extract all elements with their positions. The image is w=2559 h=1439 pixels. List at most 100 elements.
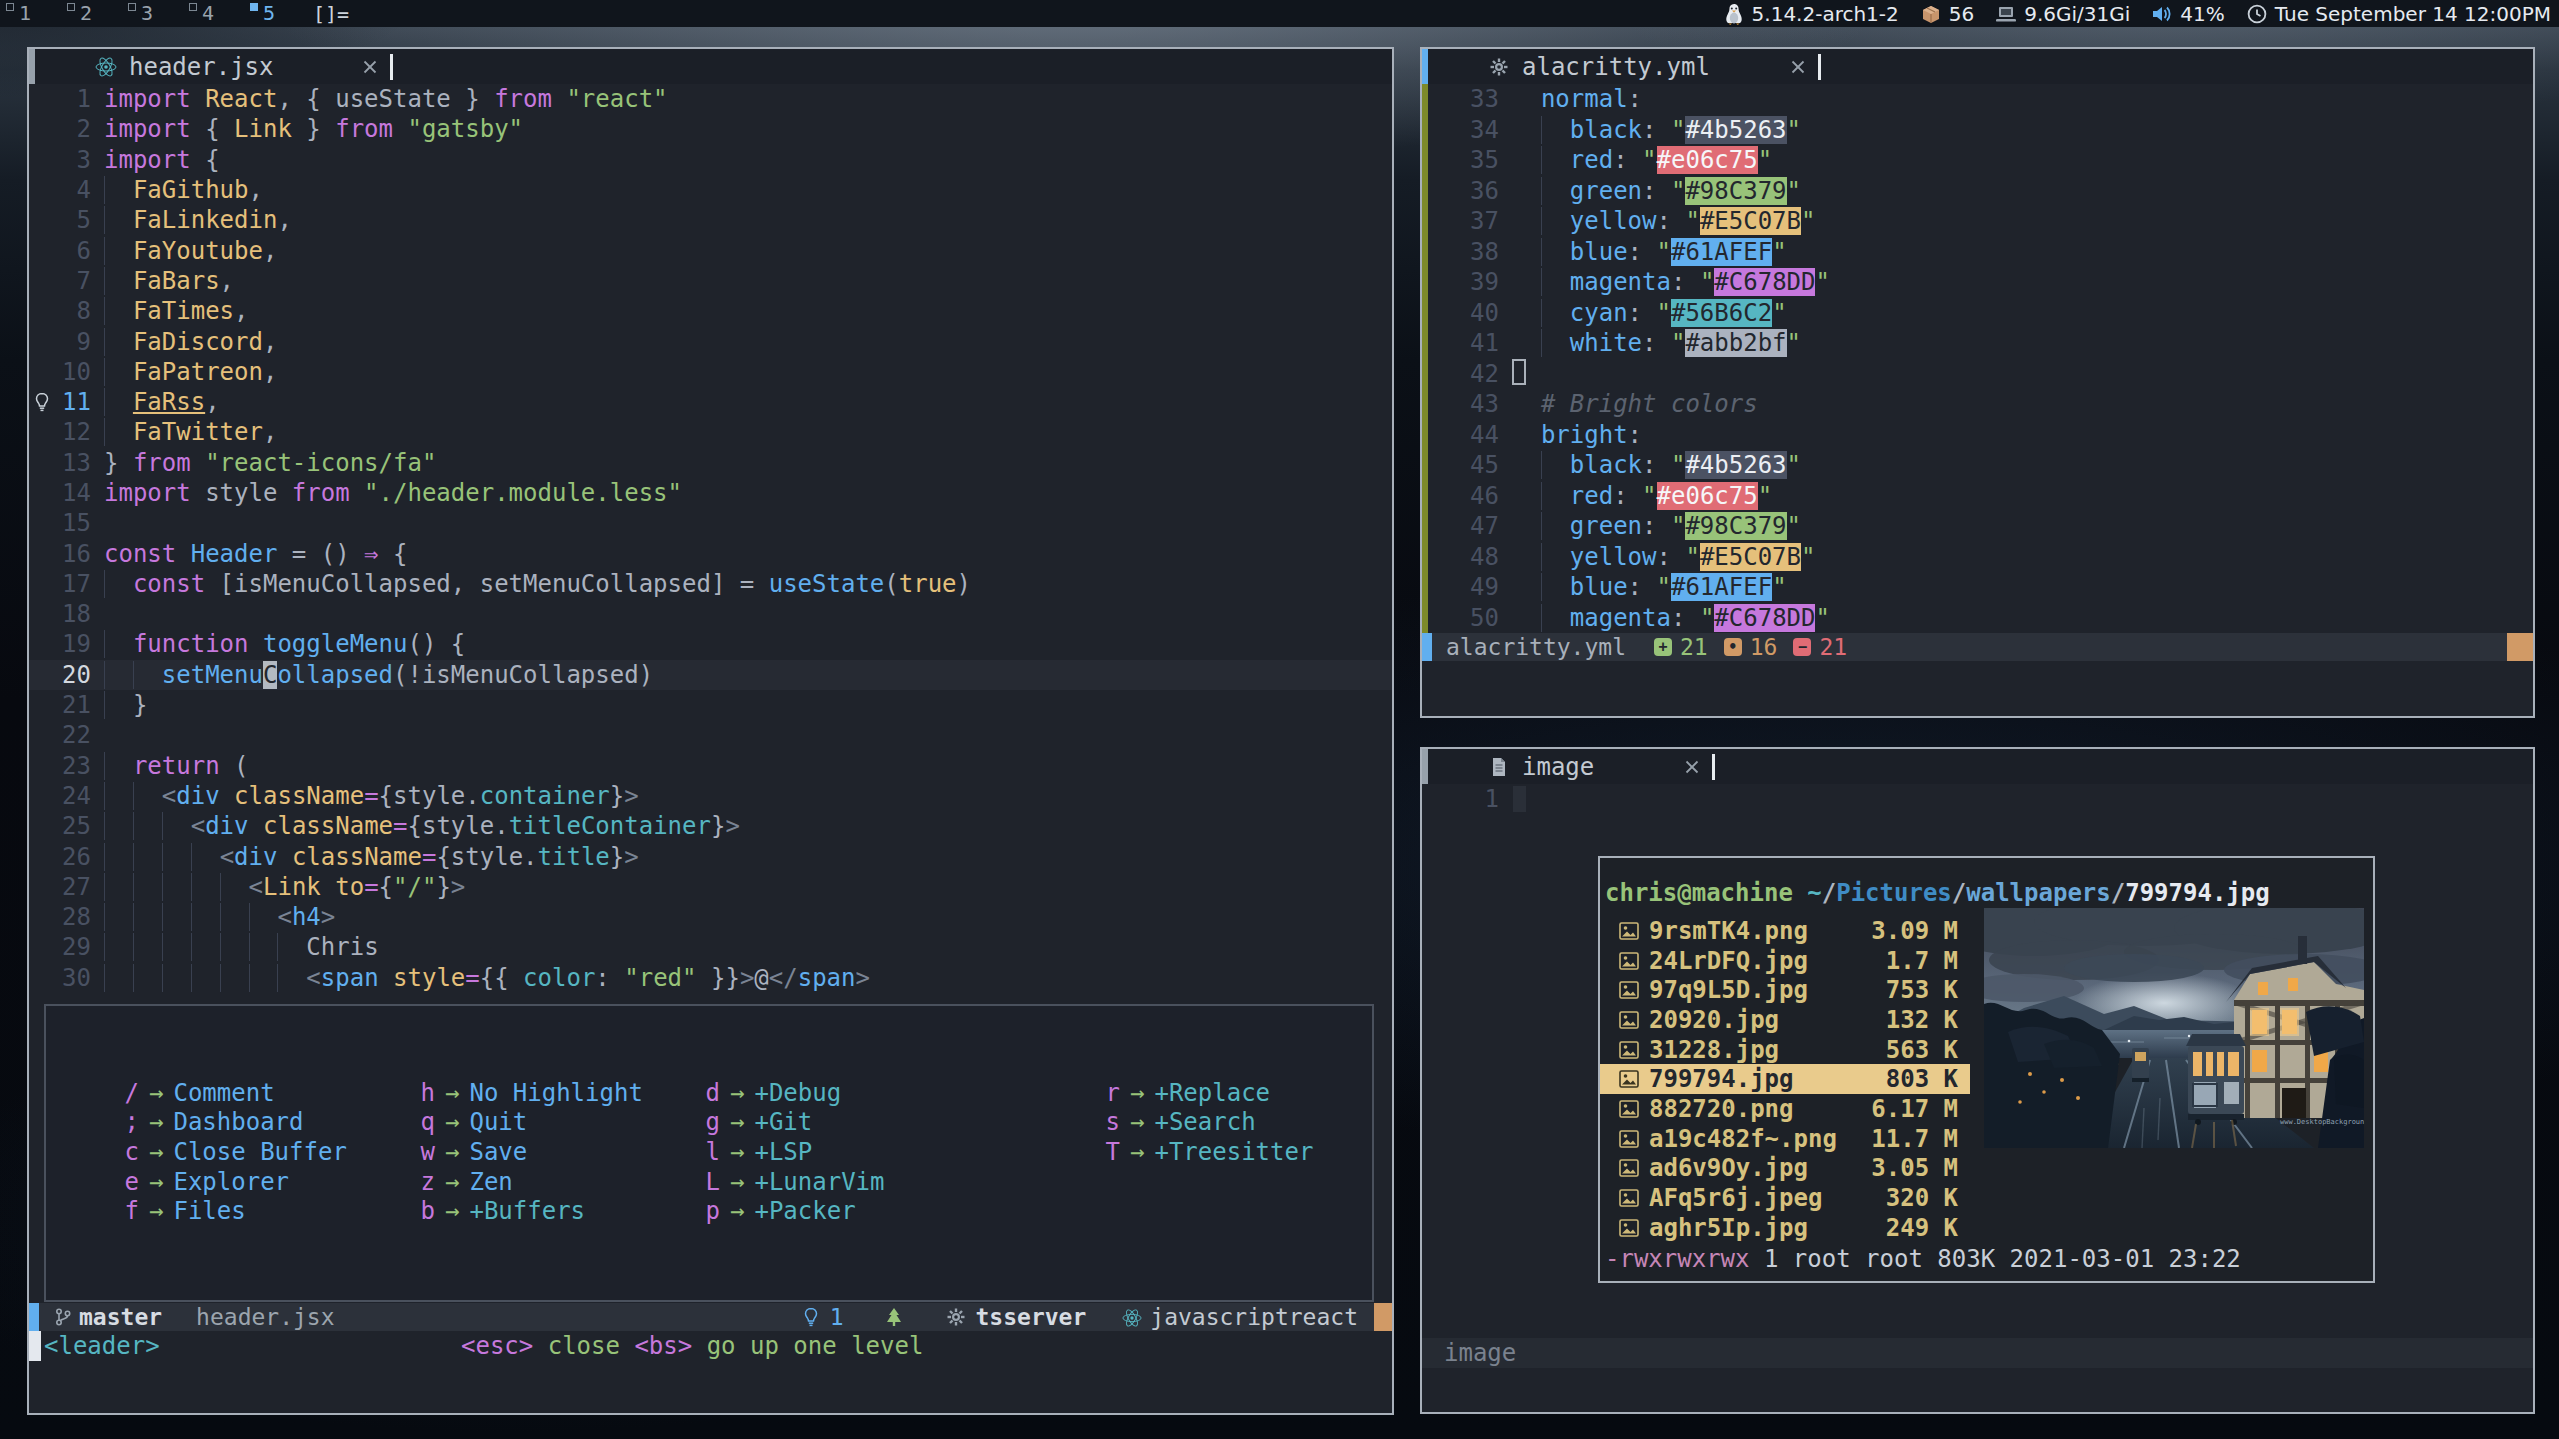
git-branch-name[interactable]: master bbox=[79, 1304, 162, 1330]
scroll-indicator bbox=[29, 49, 35, 84]
file-row-ad6v9Oy.jpg[interactable]: ad6v9Oy.jpg3.05 M bbox=[1600, 1154, 1970, 1184]
whichkey-binding-;[interactable]: ;→Dashboard bbox=[124, 1108, 347, 1138]
image-file-icon bbox=[1619, 1040, 1639, 1060]
workspace-3[interactable]: 3 bbox=[128, 0, 167, 27]
workspace-2[interactable]: 2 bbox=[67, 0, 106, 27]
whichkey-binding-z[interactable]: z→Zen bbox=[420, 1167, 643, 1197]
lsp-server: tsserver bbox=[976, 1304, 1087, 1330]
whichkey-binding-p[interactable]: p→+Packer bbox=[705, 1196, 885, 1226]
line-number: 15 bbox=[55, 509, 91, 537]
file-size: 320 K bbox=[1886, 1184, 1970, 1212]
whichkey-binding-/[interactable]: /→Comment bbox=[124, 1078, 347, 1108]
arrow-icon: → bbox=[730, 1138, 744, 1166]
path-segment: Pictures bbox=[1836, 879, 1952, 907]
close-icon[interactable] bbox=[1684, 759, 1700, 775]
line-text: FaTimes, bbox=[104, 297, 249, 325]
close-icon[interactable] bbox=[362, 59, 378, 75]
workspace-indicator bbox=[6, 3, 14, 11]
picker-file-list: 9rsmTK4.png3.09 M24LrDFQ.jpg1.7 M97q9L5D… bbox=[1600, 916, 1970, 1243]
file-row-AFq5r6j.jpeg[interactable]: AFq5r6j.jpeg320 K bbox=[1600, 1183, 1970, 1213]
line-text: green: "#98C379" bbox=[1512, 177, 1801, 205]
file-size: 563 K bbox=[1886, 1036, 1970, 1064]
line-text: red: "#e06c75" bbox=[1512, 146, 1772, 174]
line-number: 8 bbox=[55, 297, 91, 325]
layout-indicator[interactable]: []= bbox=[313, 2, 349, 26]
tabline: header.jsx bbox=[29, 49, 1392, 84]
workspace-4[interactable]: 4 bbox=[189, 0, 228, 27]
whichkey-binding-e[interactable]: e→Explorer bbox=[124, 1167, 347, 1197]
binding-label: +LunarVim bbox=[754, 1168, 884, 1196]
workspace-indicator bbox=[128, 3, 136, 11]
file-row-799794.jpg[interactable]: 799794.jpg803 K bbox=[1600, 1064, 1970, 1094]
whichkey-binding-r[interactable]: r→+Replace bbox=[1105, 1078, 1313, 1108]
line-number: 4 bbox=[55, 176, 91, 204]
line-number: 49 bbox=[1430, 573, 1499, 601]
line-number: 3 bbox=[55, 146, 91, 174]
whichkey-binding-d[interactable]: d→+Debug bbox=[705, 1078, 885, 1108]
whichkey-binding-f[interactable]: f→Files bbox=[124, 1196, 347, 1226]
line-number: 35 bbox=[1430, 146, 1499, 174]
line-number: 10 bbox=[55, 358, 91, 386]
code-area[interactable]: 33 normal:34 black: "#4b5263"35 red: "#e… bbox=[1422, 84, 2533, 633]
line-number: 46 bbox=[1430, 482, 1499, 510]
arrow-icon: → bbox=[445, 1108, 459, 1136]
line-number: 36 bbox=[1430, 177, 1499, 205]
whichkey-binding-l[interactable]: l→+LSP bbox=[705, 1137, 885, 1167]
line-text: cyan: "#56B6C2" bbox=[1512, 299, 1787, 327]
tab-label[interactable]: image bbox=[1522, 753, 1594, 781]
code-line-1: 1import React, { useState } from "react" bbox=[29, 84, 1392, 114]
binding-label: Zen bbox=[469, 1168, 512, 1196]
file-row-31228.jpg[interactable]: 31228.jpg563 K bbox=[1600, 1035, 1970, 1065]
file-row-20920.jpg[interactable]: 20920.jpg132 K bbox=[1600, 1005, 1970, 1035]
clock-icon bbox=[2246, 3, 2268, 25]
line-text: white: "#abb2bf" bbox=[1512, 329, 1801, 357]
line-number: 5 bbox=[55, 206, 91, 234]
react-icon bbox=[95, 56, 117, 78]
line-text: black: "#4b5263" bbox=[1512, 116, 1801, 144]
tabline: alacritty.yml bbox=[1422, 49, 2533, 84]
line-number: 41 bbox=[1430, 329, 1499, 357]
line-text: import style from "./header.module.less" bbox=[104, 479, 682, 507]
status-text: Tue September 14 12:00PM bbox=[2275, 2, 2551, 26]
close-icon[interactable] bbox=[1790, 59, 1806, 75]
whichkey-binding-h[interactable]: h→No Highlight bbox=[420, 1078, 643, 1108]
workspace-5[interactable]: 5 bbox=[250, 0, 289, 27]
line-text: magenta: "#C678DD" bbox=[1512, 604, 1830, 632]
arrow-icon: → bbox=[445, 1197, 459, 1225]
whichkey-binding-q[interactable]: q→Quit bbox=[420, 1108, 643, 1138]
whichkey-binding-L[interactable]: L→+LunarVim bbox=[705, 1167, 885, 1197]
code-line-46: 46 red: "#e06c75" bbox=[1422, 481, 2533, 512]
file-row-9rsmTK4.png[interactable]: 9rsmTK4.png3.09 M bbox=[1600, 916, 1970, 946]
whichkey-binding-T[interactable]: T→+Treesitter bbox=[1105, 1137, 1313, 1167]
file-size: 3.09 M bbox=[1871, 917, 1970, 945]
tab-label[interactable]: header.jsx bbox=[129, 53, 274, 81]
workspace-1[interactable]: 1 bbox=[6, 0, 45, 27]
whichkey-binding-c[interactable]: c→Close Buffer bbox=[124, 1137, 347, 1167]
workspace-number: 4 bbox=[202, 1, 214, 25]
line-text: setMenuCollapsed(!isMenuCollapsed) bbox=[104, 661, 653, 689]
path-segment: / bbox=[1952, 879, 1966, 907]
line-number: 50 bbox=[1430, 604, 1499, 632]
file-row-882720.png[interactable]: 882720.png6.17 M bbox=[1600, 1094, 1970, 1124]
tab-label[interactable]: alacritty.yml bbox=[1522, 53, 1710, 81]
whichkey-binding-w[interactable]: w→Save bbox=[420, 1137, 643, 1167]
scroll-indicator bbox=[1422, 49, 1428, 84]
whichkey-binding-s[interactable]: s→+Search bbox=[1105, 1108, 1313, 1138]
file-row-97q9L5D.jpg[interactable]: 97q9L5D.jpg753 K bbox=[1600, 975, 1970, 1005]
code-line-26: 26 <div className={style.title}> bbox=[29, 841, 1392, 871]
whichkey-binding-b[interactable]: b→+Buffers bbox=[420, 1196, 643, 1226]
workspace-indicator bbox=[250, 3, 258, 11]
file-name: 882720.png bbox=[1649, 1095, 1794, 1123]
binding-key: d bbox=[705, 1079, 720, 1107]
line-text: FaYoutube, bbox=[104, 237, 277, 265]
file-row-24LrDFQ.jpg[interactable]: 24LrDFQ.jpg1.7 M bbox=[1600, 946, 1970, 976]
statusline-filename: alacritty.yml bbox=[1446, 634, 1626, 660]
binding-key: T bbox=[1105, 1138, 1120, 1166]
whichkey-binding-g[interactable]: g→+Git bbox=[705, 1108, 885, 1138]
code-area[interactable]: 1import React, { useState } from "react"… bbox=[29, 84, 1392, 993]
code-line-49: 49 blue: "#61AFEF" bbox=[1422, 572, 2533, 603]
file-row-aghr5Ip.jpg[interactable]: aghr5Ip.jpg249 K bbox=[1600, 1213, 1970, 1243]
file-row-a19c482f~.png[interactable]: a19c482f~.png11.7 M bbox=[1600, 1124, 1970, 1154]
binding-key: p bbox=[705, 1197, 720, 1225]
line-text: function toggleMenu() { bbox=[104, 630, 465, 658]
